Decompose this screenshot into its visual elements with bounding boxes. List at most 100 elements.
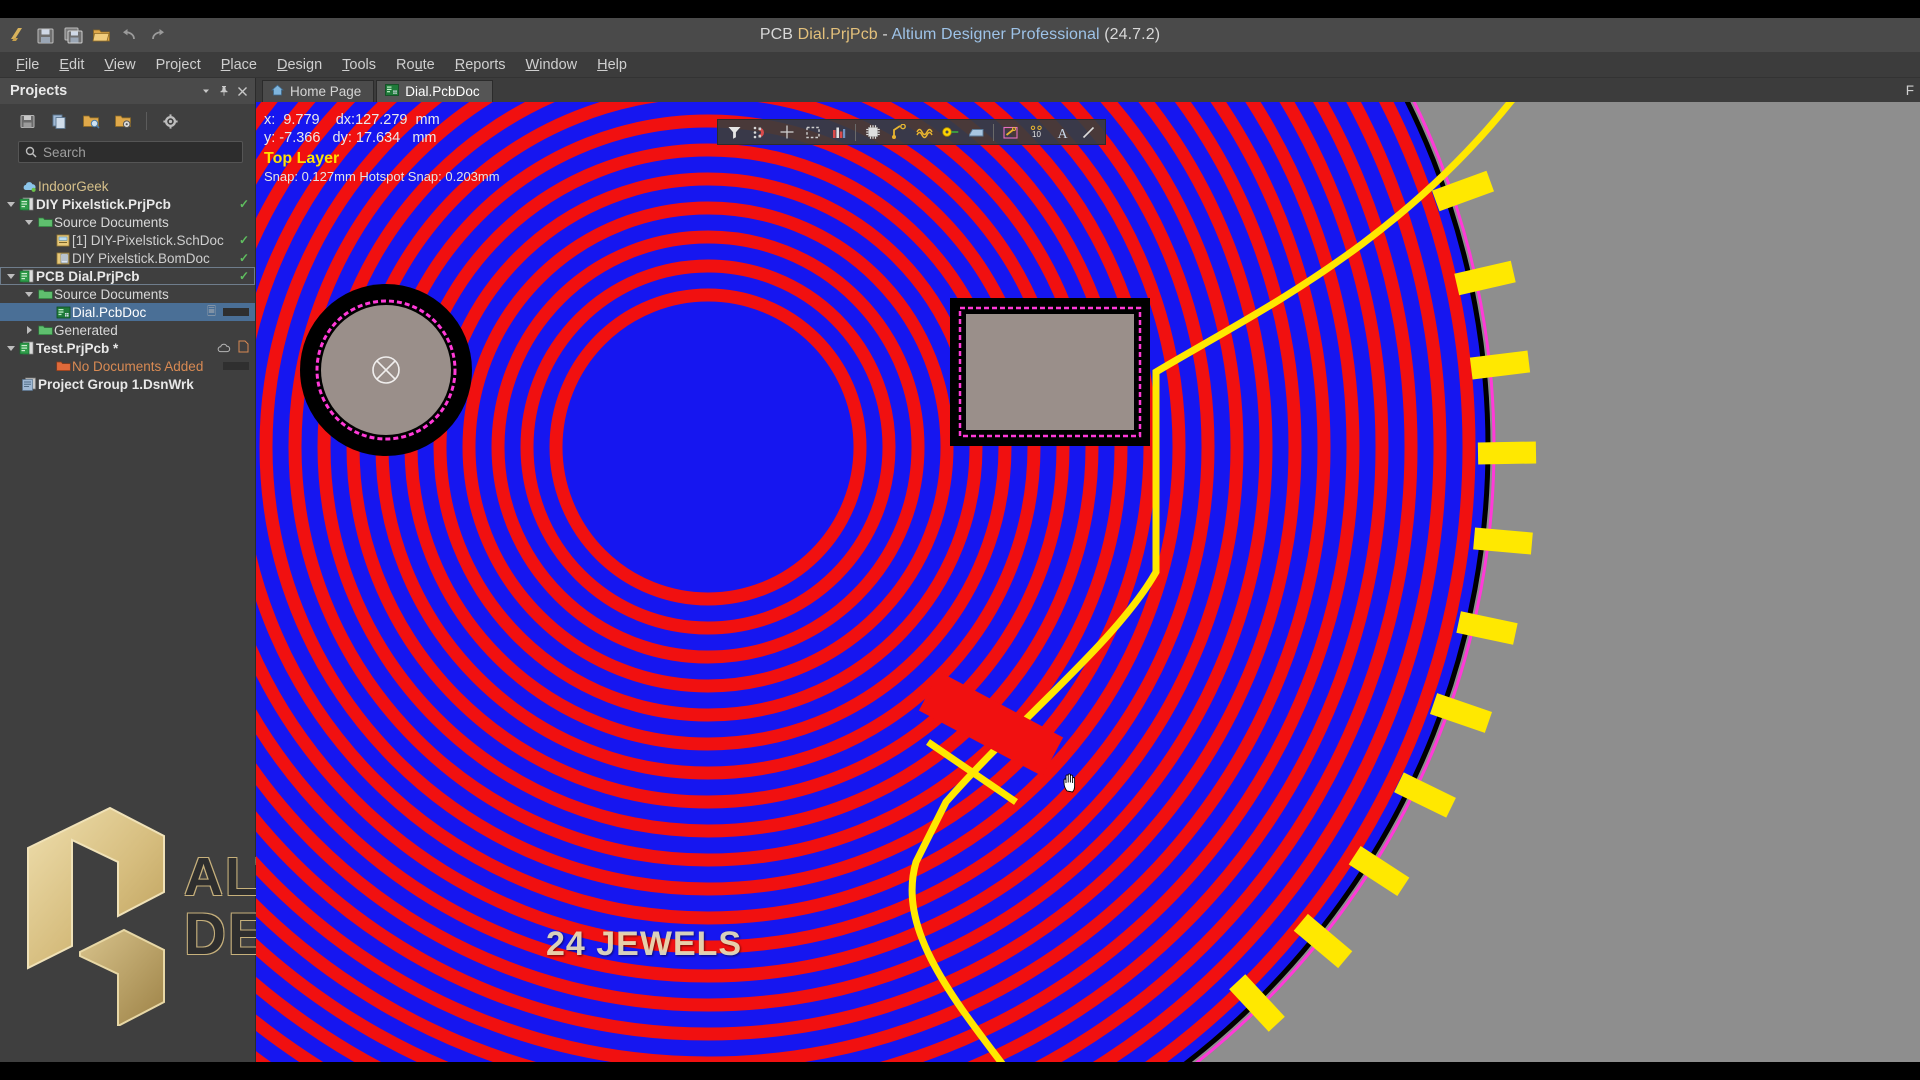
menu-help[interactable]: Help (587, 54, 637, 76)
tree-item-test-project[interactable]: Test.PrjPcb * (0, 339, 255, 357)
check-icon: ✓ (238, 197, 249, 211)
redo-icon[interactable] (144, 22, 170, 48)
folder-icon (36, 288, 54, 300)
project-options-folder-icon[interactable] (110, 109, 136, 133)
tree-item-label: Test.PrjPcb * (36, 340, 119, 356)
twisty-expanded[interactable] (22, 291, 36, 297)
menu-edit[interactable]: Edit (49, 54, 94, 76)
altium-designer-window: PCB Dial.PrjPcb - Altium Designer Profes… (0, 0, 1920, 1080)
folder-icon (36, 324, 54, 336)
save-all-icon[interactable] (60, 22, 86, 48)
settings-gear-icon[interactable] (157, 109, 183, 133)
toolbar-separator (146, 112, 147, 130)
twisty-expanded[interactable] (4, 345, 18, 351)
chevron-down-icon[interactable] (197, 82, 215, 100)
tree-item-label: Source Documents (54, 214, 169, 230)
tree-item-status: ✓ (239, 197, 249, 211)
page-icon: 🗏 (207, 305, 216, 318)
tree-item-project-group[interactable]: Project Group 1.DsnWrk (0, 375, 255, 393)
altium-logo-icon[interactable] (4, 22, 30, 48)
project-tree: IndoorGeek DIY Pixelstick.PrjPcb ✓ Sourc… (0, 169, 255, 393)
schematic-doc-icon (54, 234, 72, 247)
projects-panel: Projects Search IndoorGeek DIY Pixelstic… (0, 78, 501, 1062)
cloud-icon (20, 180, 38, 193)
pcb-doc-icon (385, 84, 400, 99)
text-string-icon[interactable]: A (1050, 121, 1075, 143)
undo-icon[interactable] (116, 22, 142, 48)
layer-stack-icon[interactable] (826, 121, 851, 143)
line-icon[interactable] (1076, 121, 1101, 143)
menu-route[interactable]: Route (386, 54, 445, 76)
save-icon[interactable] (32, 22, 58, 48)
twisty-expanded[interactable] (4, 201, 18, 207)
twisty-expanded[interactable] (22, 219, 36, 225)
tree-item-status (223, 362, 249, 370)
filter-icon[interactable] (722, 121, 747, 143)
quick-access-toolbar (0, 18, 430, 52)
select-area-icon[interactable] (800, 121, 825, 143)
toolbar-separator (993, 123, 994, 141)
open-project-folder-icon[interactable] (78, 109, 104, 133)
menu-design[interactable]: Design (267, 54, 332, 76)
tree-item-source-documents-1[interactable]: Source Documents (0, 213, 255, 231)
coordinate-icon[interactable]: 10 (1024, 121, 1049, 143)
tree-item-diy-pixelstick-project[interactable]: DIY Pixelstick.PrjPcb ✓ (0, 195, 255, 213)
pin-icon[interactable] (215, 82, 233, 100)
pcb-project-icon (18, 341, 36, 355)
menu-window[interactable]: Window (516, 54, 588, 76)
window-title-app: Altium Designer Professional (891, 26, 1100, 43)
pcb-doc-icon (54, 306, 72, 319)
crosshair-icon[interactable] (774, 121, 799, 143)
differential-pair-icon[interactable] (912, 121, 937, 143)
tree-item-label: Generated (54, 322, 118, 338)
window-title-version: (24.7.2) (1099, 26, 1161, 43)
document-tab-bar: Home Page Dial.PcbDoc F (256, 78, 1920, 102)
save-project-icon[interactable] (14, 109, 40, 133)
open-folder-icon[interactable] (88, 22, 114, 48)
tree-item-diy-pixelstick-schdoc[interactable]: [1] DIY-Pixelstick.SchDoc ✓ (0, 231, 255, 249)
search-input[interactable]: Search (18, 141, 243, 163)
via-pad-icon[interactable] (938, 121, 963, 143)
tree-item-pcb-dial-project[interactable]: PCB Dial.PrjPcb ✓ (0, 267, 255, 285)
folder-icon (36, 216, 54, 228)
toolbar-separator (855, 123, 856, 141)
tree-item-indoorgeek[interactable]: IndoorGeek (0, 177, 255, 195)
document-area: Home Page Dial.PcbDoc F 24 JEWELS x: 9.7… (256, 78, 1920, 1062)
compile-documents-icon[interactable] (46, 109, 72, 133)
tree-item-dial-pcbdoc[interactable]: Dial.PcbDoc 🗏 (0, 303, 255, 321)
component-chip-icon[interactable] (860, 121, 885, 143)
menu-view[interactable]: View (94, 54, 145, 76)
bom-doc-icon (54, 252, 72, 265)
menu-reports[interactable]: Reports (445, 54, 516, 76)
menu-tools[interactable]: Tools (332, 54, 386, 76)
pcb-floating-toolbar: 10 A (717, 119, 1106, 145)
dimension-icon[interactable] (998, 121, 1023, 143)
tab-home-page[interactable]: Home Page (262, 80, 375, 102)
menu-project[interactable]: Project (146, 54, 211, 76)
route-track-icon[interactable] (886, 121, 911, 143)
status-bar-indicator (223, 362, 249, 370)
menu-place[interactable]: Place (211, 54, 267, 76)
polygon-pour-icon[interactable] (964, 121, 989, 143)
tree-item-source-documents-2[interactable]: Source Documents (0, 285, 255, 303)
snap-magnet-icon[interactable] (748, 121, 773, 143)
tree-item-label: DIY Pixelstick.PrjPcb (36, 196, 171, 212)
tree-item-no-documents-added[interactable]: No Documents Added (0, 357, 255, 375)
tab-overflow-indicator[interactable]: F (1900, 78, 1920, 102)
twisty-collapsed[interactable] (22, 326, 36, 334)
pcb-project-icon (18, 269, 36, 283)
tree-item-diy-pixelstick-bomdoc[interactable]: DIY Pixelstick.BomDoc ✓ (0, 249, 255, 267)
tab-label: Dial.PcbDoc (405, 84, 480, 99)
tab-dial-pcbdoc[interactable]: Dial.PcbDoc (376, 80, 493, 102)
twisty-expanded[interactable] (4, 273, 18, 279)
menu-file[interactable]: File (6, 54, 49, 76)
search-placeholder: Search (43, 144, 86, 160)
unsaved-doc-icon (238, 340, 249, 356)
tree-item-generated[interactable]: Generated (0, 321, 255, 339)
tree-item-status: ✓ (239, 269, 249, 283)
pcb-project-icon (18, 197, 36, 211)
pcb-artwork (256, 102, 1920, 1062)
close-icon[interactable] (233, 82, 251, 100)
rect-component (950, 298, 1150, 446)
pcb-canvas[interactable]: 24 JEWELS x: 9.779 dx:127.279 mm y: -7.3… (256, 102, 1920, 1062)
